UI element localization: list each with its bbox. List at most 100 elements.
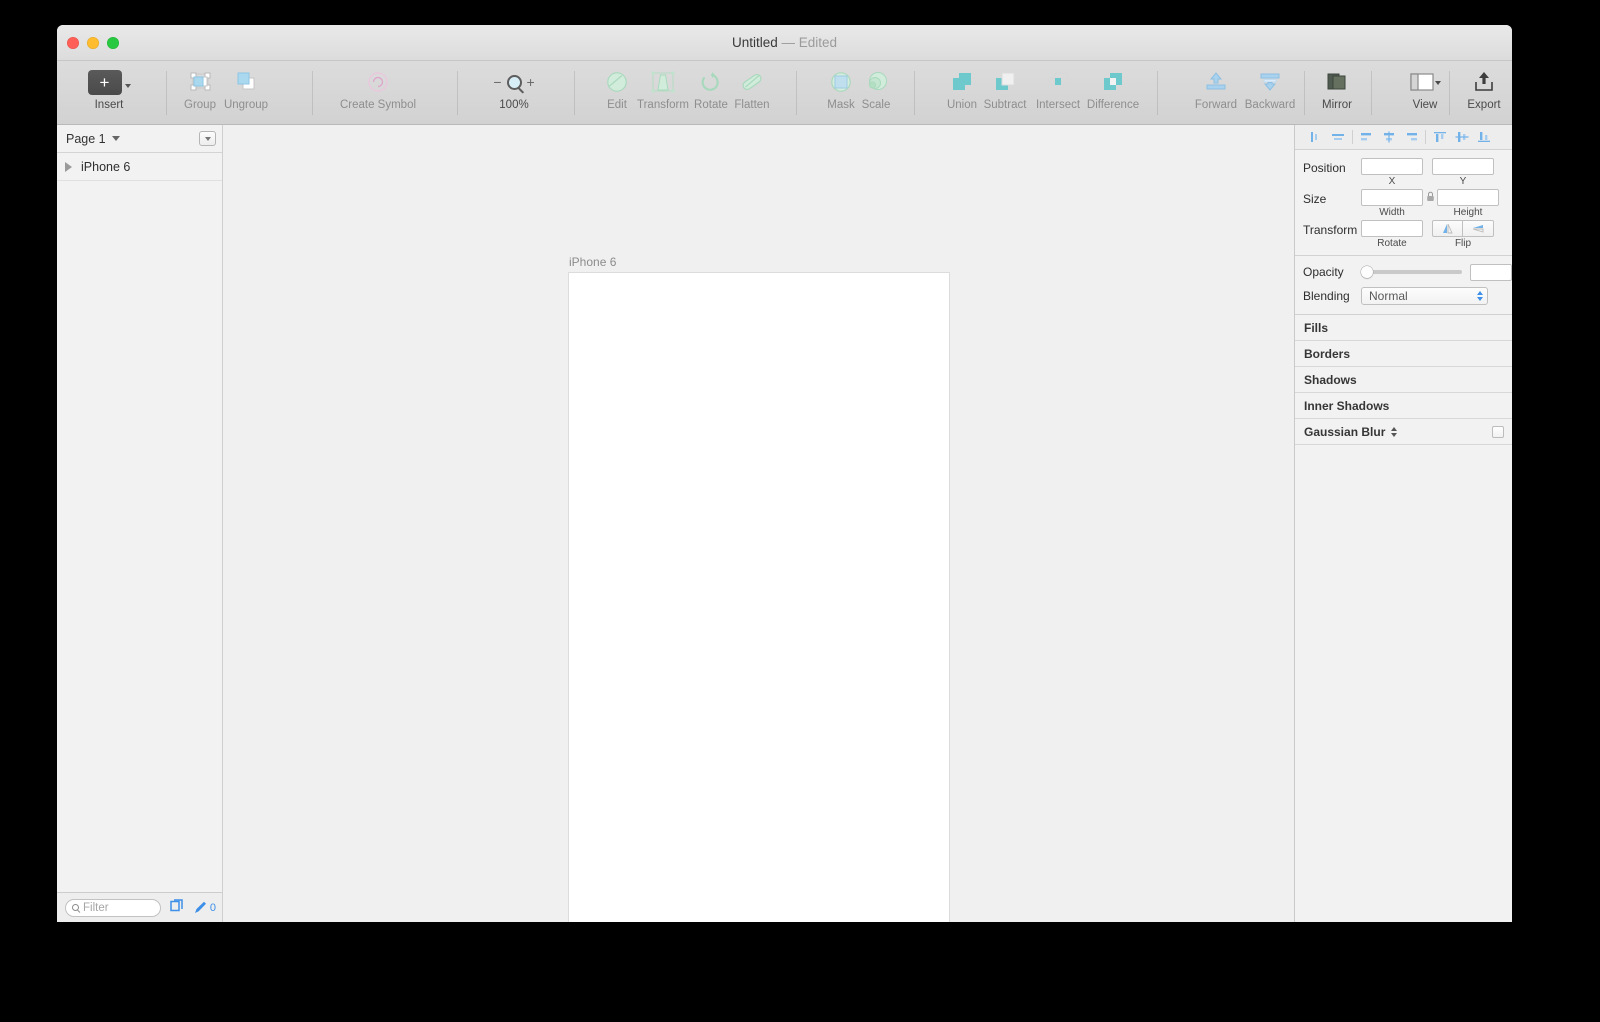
toolbar-backward[interactable]: Backward <box>1238 67 1302 111</box>
artboard-label[interactable]: iPhone 6 <box>569 255 616 269</box>
size-height-label: Height <box>1453 207 1483 218</box>
document-dash: — <box>781 35 796 50</box>
page-options-button[interactable] <box>199 131 216 146</box>
flatten-icon <box>720 67 784 97</box>
toolbar-difference-label: Difference <box>1086 99 1140 111</box>
toolbar-insert-label: Insert <box>94 99 124 111</box>
layer-count-label: 0 <box>209 901 216 914</box>
blending-label: Blending <box>1303 289 1350 303</box>
position-label: Position <box>1303 161 1346 175</box>
rotate-input[interactable] <box>1361 220 1423 237</box>
lock-proportions-icon[interactable] <box>1423 189 1437 202</box>
chevron-updown-icon[interactable] <box>1391 426 1398 437</box>
layer-list: iPhone 6 <box>57 153 222 892</box>
layers-panel: Page 1 iPhone 6 Filter 0 <box>57 125 223 922</box>
section-gaussian-blur-label: Gaussian Blur <box>1304 424 1386 439</box>
flip-horizontal-button[interactable] <box>1432 220 1463 237</box>
opacity-slider[interactable] <box>1361 266 1462 278</box>
toolbar-scale[interactable]: Scale <box>844 67 908 111</box>
flip-label: Flip <box>1454 238 1472 249</box>
toolbar-separator <box>166 71 167 115</box>
align-top-icon[interactable] <box>1429 128 1451 147</box>
inspector-panel: Position X Y Size Width Height Transform… <box>1295 125 1512 922</box>
section-fills[interactable]: Fills <box>1295 315 1512 341</box>
toolbar-separator <box>1157 71 1158 115</box>
opacity-label: Opacity <box>1303 265 1344 279</box>
ungroup-icon <box>214 67 278 97</box>
position-y-input[interactable] <box>1432 158 1494 175</box>
align-middle-icon[interactable] <box>1451 128 1473 147</box>
section-borders-label: Borders <box>1304 346 1351 361</box>
toolbar-separator <box>914 71 915 115</box>
section-inner-shadows[interactable]: Inner Shadows <box>1295 393 1512 419</box>
export-icon <box>1452 67 1512 97</box>
scale-icon <box>844 67 908 97</box>
size-row: Size Width Height <box>1295 189 1512 218</box>
transform-row: Transform Rotate Flip <box>1295 220 1512 249</box>
layers-footer: Filter 0 <box>57 892 222 922</box>
toolbar-zoom[interactable]: − + 100% <box>469 67 559 111</box>
toolbar-mirror[interactable]: Mirror <box>1305 67 1369 111</box>
section-borders[interactable]: Borders <box>1295 341 1512 367</box>
align-left-edges-icon[interactable] <box>1356 128 1378 147</box>
size-label: Size <box>1303 192 1327 206</box>
gaussian-blur-checkbox[interactable] <box>1492 425 1504 438</box>
toolbar-view[interactable]: View <box>1393 67 1457 111</box>
align-right-edges-icon[interactable] <box>1400 128 1422 147</box>
toolbar-ungroup-label: Ungroup <box>223 99 269 111</box>
position-row: Position X Y <box>1295 158 1512 187</box>
chevron-down-icon <box>204 136 211 141</box>
toolbar-insert[interactable]: + Insert <box>77 67 141 111</box>
zoom-in-button[interactable]: + <box>527 75 535 89</box>
toolbar-flatten[interactable]: Flatten <box>720 67 784 111</box>
magnifier-icon[interactable] <box>506 74 522 90</box>
zoom-out-button[interactable]: − <box>493 75 501 89</box>
toolbar-ungroup[interactable]: Ungroup <box>214 67 278 111</box>
position-y-label: Y <box>1459 176 1467 187</box>
transform-label: Transform <box>1303 223 1358 237</box>
mirror-icon <box>1305 67 1369 97</box>
page-name-label: Page 1 <box>66 131 106 146</box>
duplicate-layers-icon[interactable] <box>169 897 185 918</box>
appearance-block: Opacity Blending Normal <box>1295 256 1512 315</box>
size-width-label: Width <box>1379 207 1405 218</box>
opacity-input[interactable] <box>1470 263 1512 281</box>
toolbar-separator <box>457 71 458 115</box>
toolbar-difference[interactable]: Difference <box>1081 67 1145 111</box>
flip-vertical-button[interactable] <box>1463 220 1494 237</box>
toolbar-separator <box>312 71 313 115</box>
align-center-horizontal-icon[interactable] <box>1327 128 1349 147</box>
chevron-down-icon <box>111 136 120 141</box>
document-edited-state: Edited <box>798 35 838 50</box>
canvas-area[interactable]: iPhone 6 <box>223 125 1295 922</box>
filter-input[interactable]: Filter <box>65 898 161 917</box>
align-bottom-icon[interactable] <box>1473 128 1495 147</box>
section-shadows[interactable]: Shadows <box>1295 367 1512 393</box>
backward-icon <box>1238 67 1302 97</box>
toolbar-create-symbol[interactable]: Create Symbol <box>323 67 433 111</box>
pencil-count-indicator[interactable]: 0 <box>193 900 216 915</box>
position-x-input[interactable] <box>1361 158 1423 175</box>
zoom-icon: − + <box>469 67 559 97</box>
toolbar-separator <box>1371 71 1372 115</box>
blending-select[interactable]: Normal <box>1361 287 1488 305</box>
section-inner-shadows-label: Inner Shadows <box>1304 398 1390 413</box>
align-left-icon[interactable] <box>1305 128 1327 147</box>
opacity-slider-knob[interactable] <box>1361 266 1373 278</box>
toolbar-export[interactable]: Export <box>1452 67 1512 111</box>
page-selector[interactable]: Page 1 <box>57 125 222 153</box>
align-center-icon[interactable] <box>1378 128 1400 147</box>
list-item[interactable]: iPhone 6 <box>57 153 222 181</box>
size-height-input[interactable] <box>1437 189 1499 206</box>
toolbar-create-symbol-label: Create Symbol <box>339 99 417 111</box>
artboard-iphone-6[interactable] <box>569 273 949 922</box>
document-name: Untitled <box>731 35 778 50</box>
section-fills-label: Fills <box>1304 320 1329 335</box>
size-width-input[interactable] <box>1361 189 1423 206</box>
search-icon <box>72 904 79 911</box>
chevron-updown-icon[interactable] <box>1477 291 1483 301</box>
disclosure-triangle-icon[interactable] <box>65 161 72 172</box>
toolbar-flatten-label: Flatten <box>734 99 770 111</box>
section-gaussian-blur[interactable]: Gaussian Blur <box>1295 419 1512 445</box>
divider <box>1425 130 1426 144</box>
